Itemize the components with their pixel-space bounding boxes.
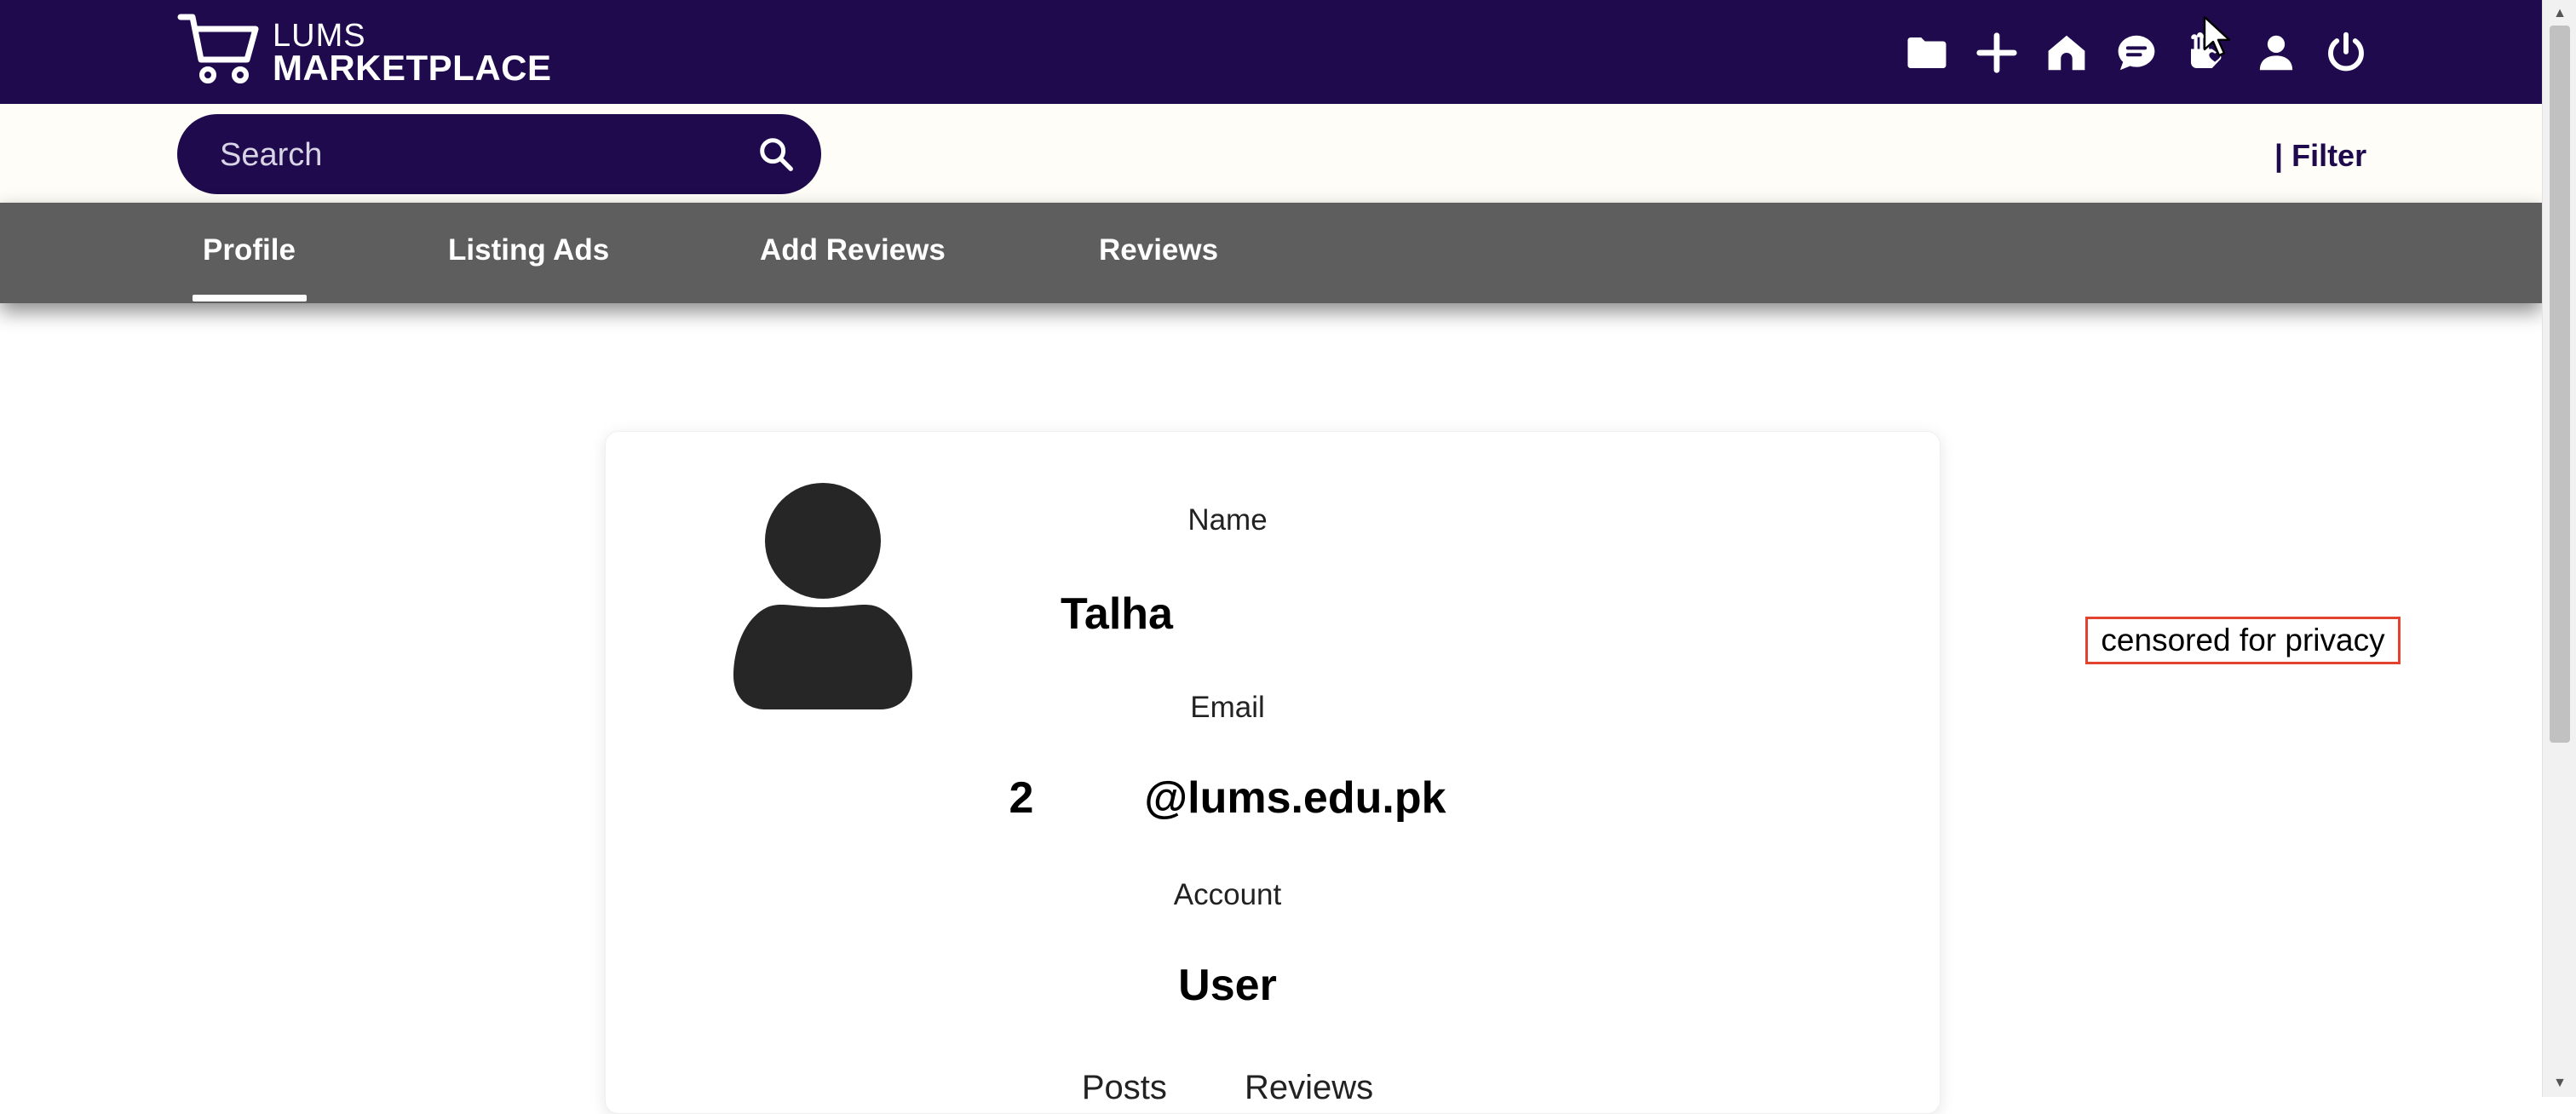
name-label: Name bbox=[1187, 503, 1268, 537]
vertical-scrollbar[interactable]: ▲ ▼ bbox=[2542, 0, 2576, 1097]
name-value: Talha bbox=[1061, 589, 1173, 639]
mouse-cursor-icon bbox=[2203, 15, 2231, 57]
top-navbar: LUMS MARKETPLACE bbox=[0, 0, 2542, 104]
email-value: 2 @lums.edu.pk bbox=[1009, 773, 1446, 823]
chat-icon[interactable] bbox=[2109, 22, 2164, 83]
posts-label[interactable]: Posts bbox=[1082, 1069, 1167, 1106]
search-band: | Filter bbox=[0, 104, 2542, 203]
email-label: Email bbox=[1190, 691, 1265, 724]
scroll-down-arrow-icon[interactable]: ▼ bbox=[2551, 1075, 2568, 1092]
stats-row: Posts Reviews bbox=[929, 1069, 1526, 1107]
tabs-bar: Profile Listing Ads Add Reviews Reviews bbox=[0, 203, 2542, 303]
folder-icon[interactable] bbox=[1900, 22, 1954, 83]
search-input[interactable] bbox=[218, 133, 716, 177]
search-icon[interactable] bbox=[756, 135, 796, 174]
user-icon[interactable] bbox=[2249, 22, 2303, 83]
tab-listing-ads[interactable]: Listing Ads bbox=[448, 233, 609, 267]
scroll-thumb[interactable] bbox=[2550, 26, 2570, 743]
tab-add-reviews[interactable]: Add Reviews bbox=[760, 233, 946, 267]
plus-icon[interactable] bbox=[1969, 22, 2024, 83]
account-label: Account bbox=[1173, 878, 1282, 911]
privacy-censor-box: censored for privacy bbox=[2085, 617, 2401, 664]
cart-icon bbox=[177, 14, 259, 83]
profile-card: Name Talha Email 2 @lums.edu.pk Account … bbox=[605, 431, 1941, 1114]
power-icon[interactable] bbox=[2319, 22, 2373, 83]
logo[interactable]: LUMS MARKETPLACE bbox=[177, 9, 551, 87]
account-value: User bbox=[1178, 961, 1277, 1010]
active-tab-indicator bbox=[193, 295, 307, 301]
search-bar bbox=[177, 114, 821, 194]
filter-button[interactable]: | Filter bbox=[2274, 138, 2366, 174]
logo-text-bottom: MARKETPLACE bbox=[273, 48, 552, 88]
tab-reviews[interactable]: Reviews bbox=[1099, 233, 1218, 267]
tab-profile[interactable]: Profile bbox=[203, 233, 296, 267]
reviews-label[interactable]: Reviews bbox=[1245, 1069, 1373, 1106]
home-icon[interactable] bbox=[2039, 22, 2094, 83]
scroll-up-arrow-icon[interactable]: ▲ bbox=[2551, 5, 2568, 22]
